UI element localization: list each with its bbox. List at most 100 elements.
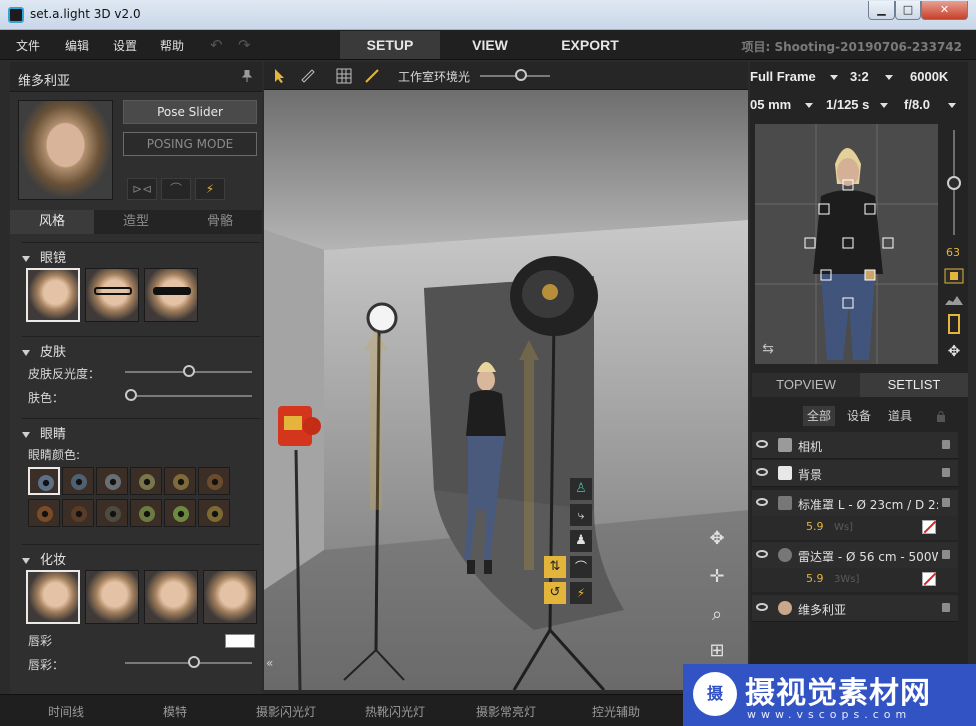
menu-help[interactable]: 帮助 <box>160 37 184 54</box>
camera-move-icon[interactable]: ✥ <box>944 340 964 360</box>
eye-color-swatch[interactable] <box>164 499 196 527</box>
makeup-option-3[interactable] <box>144 570 198 624</box>
camera-preview[interactable] <box>755 124 938 364</box>
histogram-icon[interactable] <box>944 292 964 306</box>
tab-continuous-light[interactable]: 摄影常亮灯 <box>476 703 536 720</box>
rotate-icon[interactable]: ↺ <box>544 582 566 604</box>
measure-icon[interactable] <box>300 68 316 84</box>
setlist-item-background[interactable]: 背景 <box>752 460 958 487</box>
pan-icon[interactable]: ✛ <box>706 566 728 588</box>
walk-icon[interactable]: ⤷ <box>570 504 592 526</box>
visibility-eye-icon[interactable] <box>756 440 768 448</box>
undo-icon[interactable]: ↶ <box>210 36 223 54</box>
eye-color-swatch[interactable] <box>62 499 94 527</box>
glasses-none-option[interactable] <box>26 268 80 322</box>
lock-icon[interactable] <box>942 468 950 477</box>
collapse-panel-icon[interactable]: « <box>266 656 282 674</box>
setlist-item-beauty-dish[interactable]: 雷达罩 - Ø 56 cm - 500W <box>752 542 958 569</box>
shutter-speed-select[interactable]: 1/125 s <box>826 97 869 112</box>
flip-icon[interactable]: ⇆ <box>758 338 778 358</box>
tab-timeline[interactable]: 时间线 <box>48 703 84 720</box>
line-icon[interactable] <box>364 68 380 84</box>
skin-shine-knob[interactable] <box>182 365 195 377</box>
makeup-section-header[interactable]: 化妆 <box>22 544 260 568</box>
portrait-orientation-icon[interactable] <box>944 314 964 334</box>
light-follow-icon[interactable]: ⚡ <box>195 178 225 200</box>
eye-color-swatch[interactable] <box>96 467 128 495</box>
select-arrow-icon[interactable] <box>274 68 286 84</box>
tab-skeleton[interactable]: 骨骼 <box>178 210 262 234</box>
glasses-clear-option[interactable] <box>85 268 139 322</box>
tab-style[interactable]: 风格 <box>10 210 94 234</box>
glasses-section-header[interactable]: 眼镜 <box>22 242 260 266</box>
tab-export[interactable]: EXPORT <box>540 31 640 59</box>
camera-zoom-knob[interactable] <box>947 176 961 190</box>
redo-icon[interactable]: ↷ <box>238 36 251 54</box>
skin-section-header[interactable]: 皮肤 <box>22 336 260 360</box>
filter-equipment[interactable]: 设备 <box>843 406 875 426</box>
aperture-select[interactable]: f/8.0 <box>904 97 930 112</box>
flash-power-row[interactable]: 5.9 3Ws] <box>752 568 958 592</box>
makeup-option-4[interactable] <box>203 570 257 624</box>
tab-setlist[interactable]: SETLIST <box>860 373 968 397</box>
tab-topview[interactable]: TOPVIEW <box>752 373 860 397</box>
lock-icon[interactable] <box>936 410 946 422</box>
posing-mode-button[interactable]: POSING MODE <box>123 132 257 156</box>
eye-color-swatch[interactable] <box>164 467 196 495</box>
setlist-item-camera[interactable]: 相机 <box>752 432 958 459</box>
aspect-ratio-select[interactable]: 3:2 <box>850 69 869 84</box>
grid-icon[interactable] <box>336 68 352 84</box>
filter-all[interactable]: 全部 <box>803 406 836 426</box>
tab-look[interactable]: 造型 <box>94 210 178 234</box>
flash-power-row[interactable]: 5.9 Ws] <box>752 516 958 540</box>
eye-color-swatch[interactable] <box>198 499 230 527</box>
studio-3d-viewport[interactable]: ♙ ⤷ ♟ ⇅ ⌒ ↺ ⚡ ✥ ✛ ⌕ ⊞ <box>264 90 748 690</box>
frame-settings-icon[interactable] <box>944 268 964 284</box>
eye-color-swatch[interactable] <box>130 499 162 527</box>
eye-color-swatch[interactable] <box>28 499 60 527</box>
tab-models[interactable]: 模特 <box>163 703 187 720</box>
orbit-icon[interactable]: ✥ <box>706 528 728 550</box>
tab-view[interactable]: VIEW <box>440 31 540 59</box>
light-aim-icon[interactable]: ⌒ <box>570 556 592 578</box>
menu-edit[interactable]: 编辑 <box>65 37 89 54</box>
ambient-light-knob[interactable] <box>514 69 527 81</box>
lock-icon[interactable] <box>942 440 950 449</box>
person-move-icon[interactable]: ♙ <box>570 478 592 500</box>
pin-icon[interactable] <box>242 70 252 82</box>
menu-file[interactable]: 文件 <box>16 37 40 54</box>
tab-setup[interactable]: SETUP <box>340 31 440 59</box>
lock-icon[interactable] <box>942 498 950 507</box>
pose-icon[interactable]: ⌒ <box>161 178 191 200</box>
makeup-option-2[interactable] <box>85 570 139 624</box>
setlist-item-standard-reflector[interactable]: 标准罩 L - Ø 23cm / D 2: <box>752 490 958 517</box>
menu-settings[interactable]: 设置 <box>113 37 137 54</box>
disabled-icon[interactable] <box>922 572 936 586</box>
height-adjust-icon[interactable]: ⇅ <box>544 556 566 578</box>
model-portrait[interactable] <box>18 100 113 200</box>
sensor-format-select[interactable]: Full Frame <box>750 69 816 84</box>
filter-props[interactable]: 道具 <box>884 406 916 426</box>
zoom-icon[interactable]: ⌕ <box>706 604 728 626</box>
tab-studio-flash[interactable]: 摄影闪光灯 <box>256 703 316 720</box>
eye-color-swatch[interactable] <box>130 467 162 495</box>
maximize-button[interactable]: □ <box>895 1 921 20</box>
fit-view-icon[interactable]: ⊞ <box>706 640 728 662</box>
focal-length-select[interactable]: 05 mm <box>750 97 791 112</box>
eye-color-swatch[interactable] <box>198 467 230 495</box>
eye-color-swatch[interactable] <box>28 467 60 495</box>
stand-icon[interactable]: ♟ <box>570 530 592 552</box>
eye-color-swatch[interactable] <box>96 499 128 527</box>
lightning-icon[interactable]: ⚡ <box>570 582 592 604</box>
lip-color-swatch[interactable] <box>225 634 255 648</box>
visibility-eye-icon[interactable] <box>756 498 768 506</box>
mirror-icon[interactable]: ⊳⊲ <box>127 178 157 200</box>
skin-tone-knob[interactable] <box>125 389 137 401</box>
lock-icon[interactable] <box>942 550 950 559</box>
visibility-eye-icon[interactable] <box>756 550 768 558</box>
makeup-option-1[interactable] <box>26 570 80 624</box>
disabled-icon[interactable] <box>922 520 936 534</box>
tab-speedlight[interactable]: 热靴闪光灯 <box>365 703 425 720</box>
lock-icon[interactable] <box>942 603 950 612</box>
visibility-eye-icon[interactable] <box>756 603 768 611</box>
